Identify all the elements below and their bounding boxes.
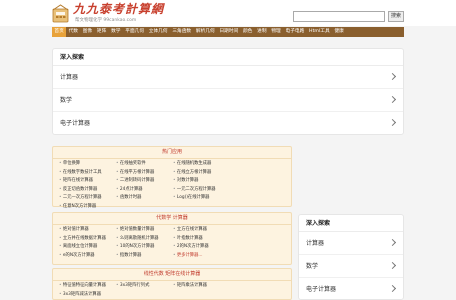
site-header: 九九泰考計算網 帮文物理化学 99cankao.com 搜索 xyxy=(0,0,456,26)
section-title: 线性代数 矩阵在线计算器 xyxy=(53,269,291,281)
explore-item-label: 数学 xyxy=(306,263,319,270)
site-slogan: 帮文物理化学 99cankao.com xyxy=(75,18,137,23)
explore-title: 深入探索 xyxy=(299,215,403,232)
nav-item-analytic-geometry[interactable]: 解析几何 xyxy=(194,27,218,37)
calc-link[interactable]: 指数计算器 xyxy=(116,252,173,261)
nav-item-physics[interactable]: 物理 xyxy=(269,27,283,37)
calc-link[interactable]: 二进制转码计算器 xyxy=(116,177,173,186)
nav-item-trigonometry[interactable]: 三角函数 xyxy=(170,27,194,37)
main-nav: 首页 代数 图像 矩阵 数学 平面几何 立体几何 三角函数 解析几何 日期时间 … xyxy=(52,27,404,37)
explore-title: 深入探索 xyxy=(53,49,403,66)
logo-icon[interactable] xyxy=(52,4,69,23)
explore-item-electronic-calculator[interactable]: 电子计算器 xyxy=(53,112,403,135)
calc-link[interactable]: 么则离散随机计算器 xyxy=(116,235,173,244)
calc-link[interactable]: 特征值特征向量计算器 xyxy=(59,282,116,291)
calc-link[interactable]: 绝对值数量计算器 xyxy=(116,226,173,235)
calc-link[interactable]: 函数计时器 xyxy=(116,194,173,203)
nav-item-base-conversion[interactable]: 进制 xyxy=(255,27,269,37)
search-button[interactable]: 搜索 xyxy=(388,11,404,22)
calc-link[interactable]: 在线立方根计算器 xyxy=(173,169,230,178)
calc-link[interactable]: 在线随机数生成器 xyxy=(173,160,230,169)
section-title: 热门应用 xyxy=(53,147,291,159)
calc-link[interactable]: 在线抽奖软件 xyxy=(116,160,173,169)
calc-link[interactable]: 矩阵乘法计算器 xyxy=(173,282,230,291)
explore-item-label: 电子计算器 xyxy=(306,286,337,293)
calc-link[interactable]: 绝对值计算器 xyxy=(59,226,116,235)
nav-item-math[interactable]: 数学 xyxy=(109,27,123,37)
nav-item-matrix[interactable]: 矩阵 xyxy=(95,27,109,37)
explore-item-label: 数学 xyxy=(60,97,73,104)
explore-item-math[interactable]: 数学 xyxy=(299,255,403,278)
explore-sidebar: 深入探索 计算器 数学 电子计算器 xyxy=(298,214,404,300)
calc-link[interactable]: 离面线立位计算器 xyxy=(59,243,116,252)
nav-item-plane-geometry[interactable]: 平面几何 xyxy=(123,27,147,37)
calc-link[interactable]: 2的N次方计算器 xyxy=(173,243,230,252)
calc-link[interactable]: 矩阵在线计算器 xyxy=(59,177,116,186)
calc-link[interactable]: 10的N次方计算器 xyxy=(116,243,173,252)
chevron-right-icon xyxy=(388,72,397,81)
nav-item-electronics[interactable]: 电子电路 xyxy=(283,27,307,37)
explore-item-calculator[interactable]: 计算器 xyxy=(299,232,403,255)
explore-item-calculator[interactable]: 计算器 xyxy=(53,66,403,89)
calc-link[interactable]: 对数计算器 xyxy=(173,177,230,186)
nav-item-solid-geometry[interactable]: 立体几何 xyxy=(146,27,170,37)
explore-panel: 深入探索 计算器 数学 电子计算器 xyxy=(52,48,404,135)
calc-link[interactable]: 24点计算器 xyxy=(116,186,173,195)
link-grid: 绝对值计算器 绝对值数量计算器 立方在线计算器 立方并在线数据计算器 么则离散随… xyxy=(53,225,291,261)
calc-link[interactable]: 3x3矩阵行列式 xyxy=(116,282,173,291)
nav-item-health[interactable]: 健康 xyxy=(332,27,346,37)
calc-link[interactable]: 反正切函数计算器 xyxy=(59,186,116,195)
site-logo-title[interactable]: 九九泰考計算網 xyxy=(73,3,164,16)
link-grid: 特征值特征向量计算器 3x3矩阵行列式 矩阵乘法计算器 3x3矩阵减法计算器 xyxy=(53,281,291,300)
section-linear-algebra: 线性代数 矩阵在线计算器 特征值特征向量计算器 3x3矩阵行列式 矩阵乘法计算器… xyxy=(52,268,292,300)
chevron-right-icon xyxy=(388,284,397,293)
nav-item-date-time[interactable]: 日期时间 xyxy=(217,27,241,37)
calc-link[interactable]: 叶指数计算器 xyxy=(173,235,230,244)
calc-link[interactable]: 单位换算 xyxy=(59,160,116,169)
calc-link[interactable]: 立方在线计算器 xyxy=(173,226,230,235)
more-link[interactable]: 更多计算器... xyxy=(173,252,230,261)
explore-item-label: 电子计算器 xyxy=(60,120,91,127)
calc-link[interactable]: Log()在线计算器 xyxy=(173,194,230,203)
chevron-right-icon xyxy=(388,261,397,270)
nav-item-html-tools[interactable]: Html工具 xyxy=(307,27,332,37)
calc-link[interactable]: 二元一次方程计算器 xyxy=(59,194,116,203)
calc-link[interactable]: 一元二次方程计算器 xyxy=(173,186,230,195)
calc-link[interactable]: 在线平方根计算器 xyxy=(116,169,173,178)
calc-link[interactable]: 3x3矩阵减法计算器 xyxy=(59,291,116,300)
nav-item-home[interactable]: 首页 xyxy=(52,27,67,37)
section-title: 代数学 计算器 xyxy=(53,213,291,225)
explore-item-label: 计算器 xyxy=(60,74,79,81)
nav-item-images[interactable]: 图像 xyxy=(80,27,94,37)
section-popular-apps: 热门应用 单位换算 在线抽奖软件 在线随机数生成器 在线数字数技计工具 在线平方… xyxy=(52,146,292,209)
explore-item-electronic-calculator[interactable]: 电子计算器 xyxy=(299,278,403,300)
search-input[interactable] xyxy=(293,11,385,22)
chevron-right-icon xyxy=(388,118,397,127)
section-algebra: 代数学 计算器 绝对值计算器 绝对值数量计算器 立方在线计算器 立方并在线数据计… xyxy=(52,212,292,265)
nav-item-color[interactable]: 颜色 xyxy=(241,27,255,37)
calc-link[interactable]: e的N次方计算器 xyxy=(59,252,116,261)
explore-item-math[interactable]: 数学 xyxy=(53,89,403,112)
chevron-right-icon xyxy=(388,95,397,104)
link-grid: 单位换算 在线抽奖软件 在线随机数生成器 在线数字数技计工具 在线平方根计算器 … xyxy=(53,159,291,212)
chevron-right-icon xyxy=(388,238,397,247)
explore-item-label: 计算器 xyxy=(306,240,325,247)
calc-link[interactable]: 任意N次方计算器 xyxy=(59,203,116,212)
calc-link[interactable]: 在线数字数技计工具 xyxy=(59,169,116,178)
calc-link[interactable]: 立方并在线数据计算器 xyxy=(59,235,116,244)
nav-item-algebra[interactable]: 代数 xyxy=(66,27,80,37)
